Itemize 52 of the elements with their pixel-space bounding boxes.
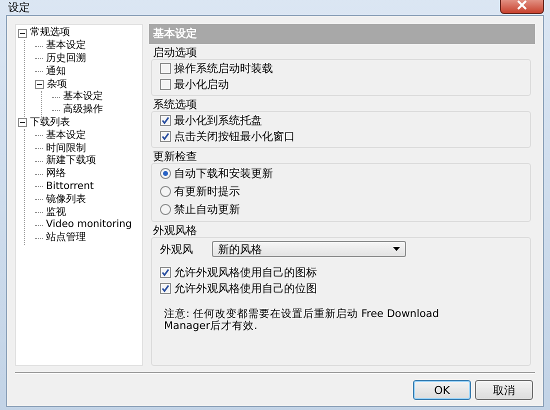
tree-item[interactable]: 通知	[46, 66, 66, 78]
collapse-icon[interactable]	[18, 28, 28, 38]
collapse-icon[interactable]	[35, 80, 45, 90]
tree-item[interactable]: 基本设定	[46, 40, 86, 52]
group-title: 系统选项	[152, 98, 198, 111]
checkbox-label: 操作系统启动时装载	[174, 60, 273, 76]
tree-item[interactable]: 时间限制	[46, 142, 86, 155]
panel-header: 基本设定	[149, 24, 535, 44]
radio-button[interactable]	[160, 204, 171, 214]
checkbox[interactable]	[160, 130, 171, 142]
window-title: 设定	[7, 0, 30, 15]
radio-button[interactable]	[160, 168, 171, 178]
collapse-icon[interactable]	[18, 118, 28, 128]
tree-item[interactable]: 监视	[46, 206, 66, 219]
dropdown-label: 外观风	[159, 242, 194, 256]
checkbox-label: 最小化启动	[174, 76, 229, 92]
tree-item[interactable]: Video monitoring	[46, 219, 132, 232]
close-icon	[517, 0, 527, 10]
tree-item[interactable]: 镜像列表	[46, 194, 86, 206]
tree-item[interactable]: 历史回溯	[46, 52, 86, 65]
radio-button[interactable]	[160, 186, 171, 196]
group-title: 外观风格	[152, 224, 198, 237]
tree-item[interactable]: 下载列表	[30, 116, 70, 129]
checkbox-label: 点击关闭按钮最小化窗口	[174, 128, 295, 144]
tree-item[interactable]: 基本设定	[46, 130, 86, 142]
tree-item[interactable]: 基本设定	[63, 91, 103, 104]
radio-label: 有更新时提示	[174, 184, 240, 198]
tree-item[interactable]: 常规选项	[30, 27, 70, 40]
note-text: 注意: 任何改变都需要在设置后重新启动 Free Download Manager后才有效.	[163, 307, 440, 334]
radio-label: 自动下载和安装更新	[174, 166, 273, 180]
dropdown-arrow-icon	[393, 247, 400, 251]
checkbox-label: 允许外观风格使用自己的图标	[174, 264, 317, 280]
tree-item[interactable]: 高级操作	[63, 104, 103, 116]
checkbox[interactable]	[160, 282, 171, 294]
ok-button[interactable]: OK	[413, 380, 471, 400]
checkbox-label: 最小化到系统托盘	[174, 112, 262, 128]
close-button[interactable]	[500, 0, 544, 14]
tree-item[interactable]: 新建下载项	[46, 155, 96, 168]
radio-label: 禁止自动更新	[174, 202, 240, 216]
tree-item[interactable]: 站点管理	[46, 232, 86, 244]
tree-item[interactable]: Bittorrent	[46, 180, 94, 193]
checkbox[interactable]	[160, 266, 171, 278]
group-title: 更新检查	[152, 150, 198, 163]
style-dropdown[interactable]: 新的风格	[212, 241, 406, 257]
cancel-button[interactable]: 取消	[475, 380, 533, 400]
checkbox[interactable]	[160, 114, 171, 126]
checkbox[interactable]	[160, 78, 171, 90]
tree-item[interactable]: 网络	[46, 168, 66, 180]
checkbox[interactable]	[160, 62, 171, 74]
group-title: 启动选项	[152, 46, 198, 59]
tree-item[interactable]: 杂项	[47, 78, 67, 91]
checkbox-label: 允许外观风格使用自己的位图	[174, 280, 317, 296]
